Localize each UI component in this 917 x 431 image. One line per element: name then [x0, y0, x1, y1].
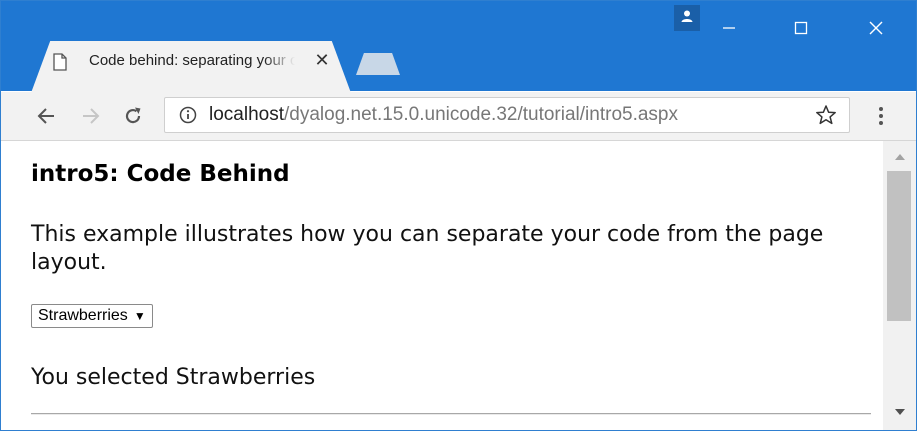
- star-icon[interactable]: [815, 104, 837, 126]
- page-description: This example illustrates how you can sep…: [31, 222, 824, 275]
- menu-button[interactable]: [869, 102, 893, 130]
- back-button[interactable]: [32, 102, 60, 130]
- triangle-up-icon: [894, 154, 905, 160]
- maximize-icon: [794, 21, 808, 35]
- arrow-left-icon: [37, 108, 54, 124]
- minimize-button[interactable]: [709, 13, 749, 43]
- window-close-button[interactable]: [856, 13, 896, 43]
- page-title: intro5: Code Behind: [31, 161, 290, 187]
- tab-title: Code behind: separating your code from t…: [89, 52, 295, 69]
- fruit-select[interactable]: Strawberries ▼: [31, 304, 153, 328]
- more-vert-icon: [879, 107, 883, 125]
- scroll-up-button[interactable]: [883, 147, 916, 167]
- close-icon: [869, 21, 883, 35]
- minimize-icon: [723, 27, 735, 29]
- person-icon: [680, 9, 694, 28]
- profile-button[interactable]: [674, 5, 700, 31]
- triangle-down-icon: [894, 409, 905, 415]
- scroll-thumb[interactable]: [887, 171, 911, 321]
- url-path: /dyalog.net.15.0.unicode.32/tutorial/int…: [284, 104, 678, 125]
- browser-window: Code behind: separating your code from t…: [0, 0, 917, 431]
- reload-button[interactable]: [119, 102, 147, 130]
- url-host: localhost: [209, 104, 284, 125]
- horizontal-rule: [31, 413, 871, 415]
- page-content: intro5: Code Behind This example illustr…: [13, 141, 883, 430]
- vertical-scrollbar[interactable]: [883, 141, 916, 430]
- selection-result: You selected Strawberries: [31, 365, 316, 390]
- arrow-right-icon: [83, 108, 100, 124]
- url-text[interactable]: localhost/dyalog.net.15.0.unicode.32/tut…: [209, 104, 678, 126]
- reload-icon: [125, 107, 141, 124]
- select-value: Strawberries: [38, 307, 128, 324]
- dropdown-arrow-icon: ▼: [133, 309, 146, 323]
- info-icon[interactable]: [179, 106, 197, 124]
- forward-button[interactable]: [77, 102, 105, 130]
- maximize-button[interactable]: [781, 13, 821, 43]
- tab-close-icon[interactable]: ✕: [311, 49, 333, 71]
- scroll-down-button[interactable]: [883, 402, 916, 422]
- page-icon: [53, 53, 67, 71]
